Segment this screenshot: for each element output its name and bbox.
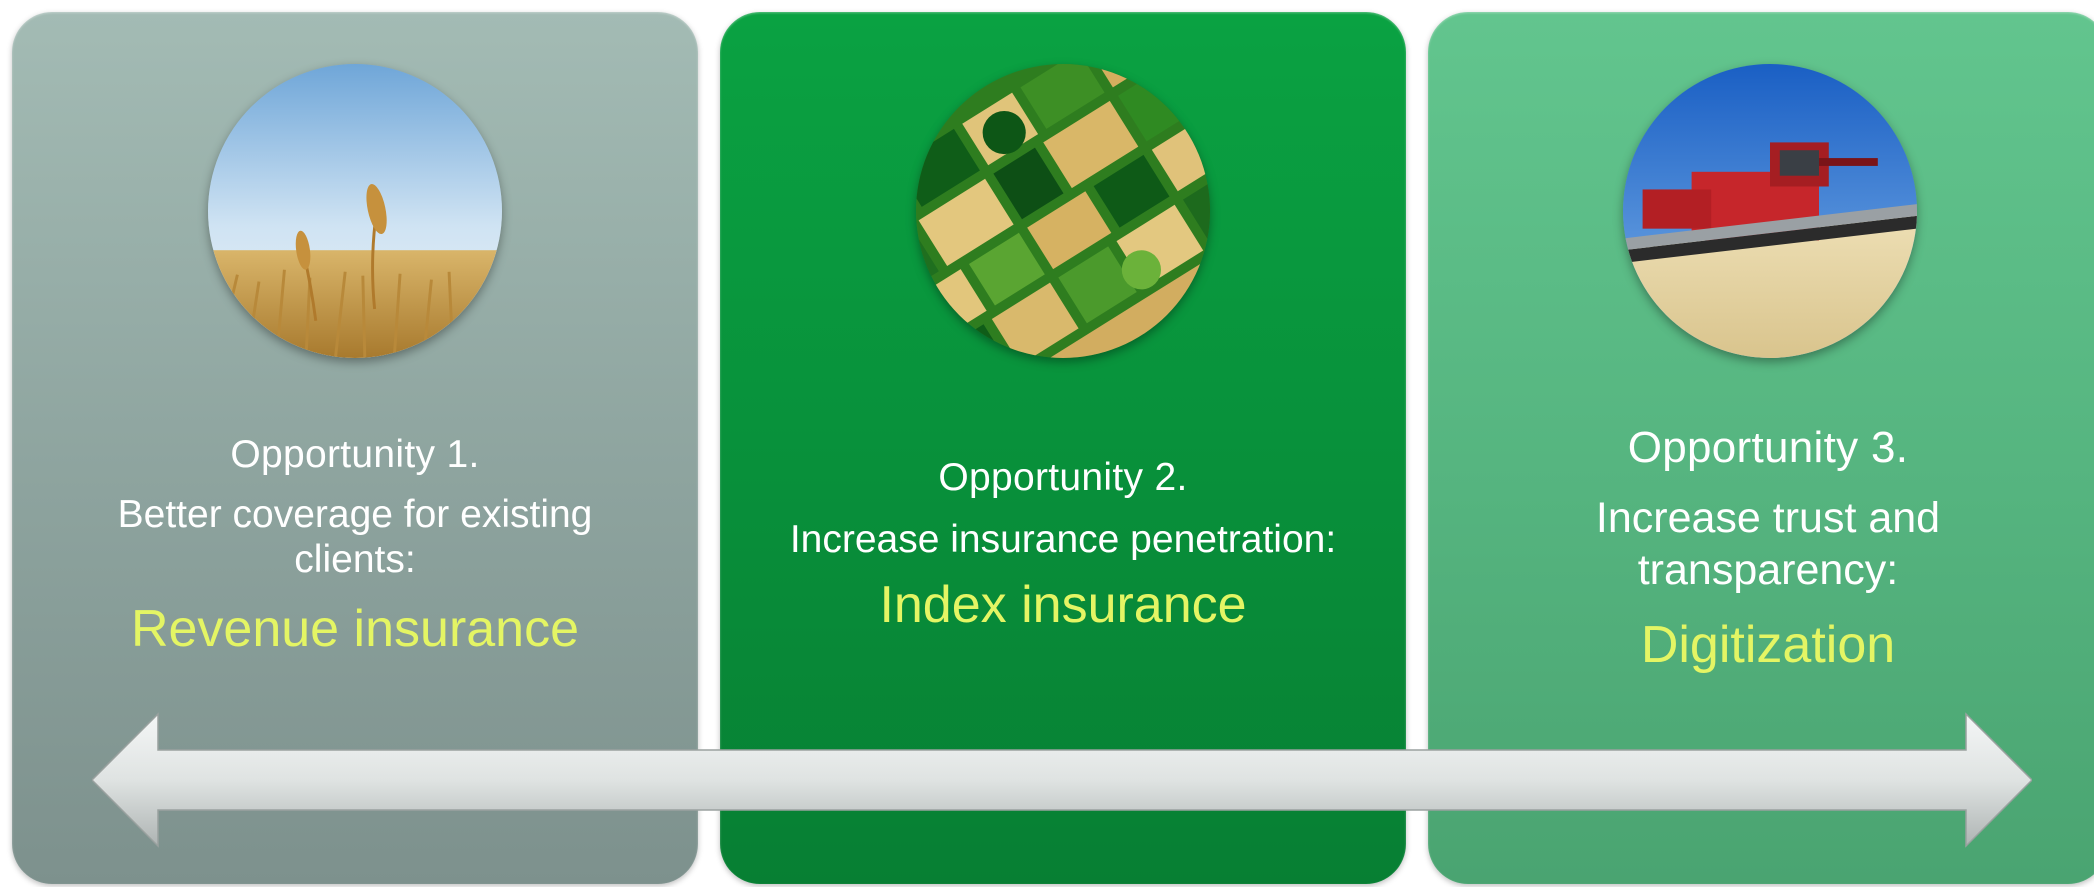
opportunity-label: Opportunity 3. bbox=[1627, 423, 1909, 472]
opportunity-label: Opportunity 1. bbox=[230, 433, 480, 476]
opportunity-highlight: Index insurance bbox=[879, 576, 1247, 634]
double-headed-arrow-icon bbox=[92, 712, 2032, 848]
wheat-field-photo bbox=[208, 64, 502, 358]
opportunity-highlight: Revenue insurance bbox=[130, 600, 580, 658]
opportunity-highlight: Digitization bbox=[1640, 616, 1896, 674]
opportunity-text-1: Opportunity 1. Better coverage for exist… bbox=[12, 432, 698, 660]
combine-harvester-photo bbox=[1623, 64, 1917, 358]
opportunity-text-3: Opportunity 3. Increase trust and transp… bbox=[1428, 422, 2094, 676]
opportunity-description: Better coverage for existing clients: bbox=[117, 493, 593, 581]
aerial-farmland-photo bbox=[916, 64, 1210, 358]
opportunity-text-2: Opportunity 2. Increase insurance penetr… bbox=[720, 455, 1406, 636]
opportunity-description: Increase trust and transparency: bbox=[1595, 494, 1941, 594]
opportunity-description: Increase insurance penetration: bbox=[789, 518, 1337, 561]
opportunity-label: Opportunity 2. bbox=[938, 456, 1188, 499]
